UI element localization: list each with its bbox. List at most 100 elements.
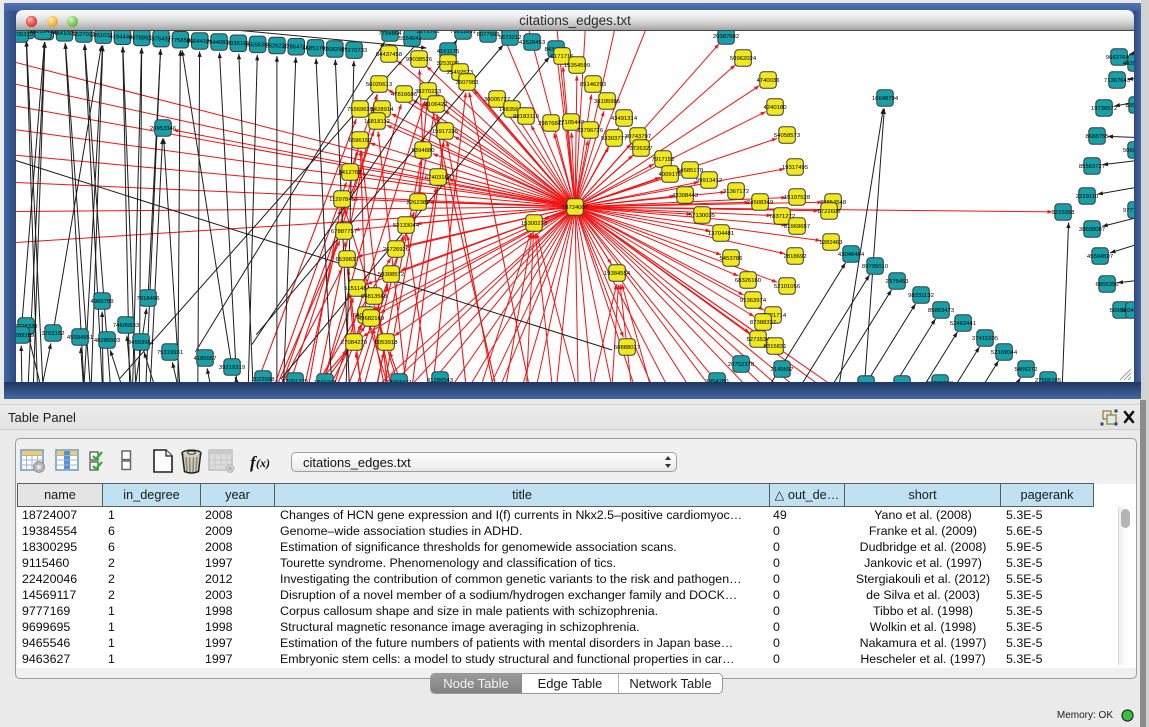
svg-text:38195995: 38195995	[594, 99, 621, 105]
svg-text:(x): (x)	[256, 456, 270, 470]
svg-text:30743797: 30743797	[625, 134, 651, 140]
svg-text:84593961: 84593961	[128, 340, 154, 346]
svg-text:4965789: 4965789	[91, 299, 114, 305]
svg-text:26726926: 26726926	[383, 247, 410, 253]
svg-text:5456272: 5456272	[1015, 367, 1038, 373]
svg-text:8106422: 8106422	[425, 102, 448, 108]
svg-text:99913412: 99913412	[696, 178, 722, 184]
svg-text:81286543: 81286543	[427, 378, 454, 382]
svg-text:27084279: 27084279	[341, 340, 367, 346]
svg-text:50603163: 50603163	[1123, 148, 1134, 154]
svg-text:93303777: 93303777	[601, 136, 627, 142]
svg-text:27566185: 27566185	[1035, 378, 1062, 382]
svg-text:5428914: 5428914	[371, 107, 395, 113]
svg-text:15354599: 15354599	[564, 63, 590, 69]
svg-text:3726327: 3726327	[630, 146, 653, 152]
svg-text:16648794: 16648794	[872, 96, 899, 102]
svg-text:47816686: 47816686	[391, 92, 418, 98]
svg-text:54058573: 54058573	[774, 133, 801, 139]
svg-text:50962024: 50962024	[730, 56, 757, 62]
svg-text:45594597: 45594597	[1087, 254, 1113, 260]
svg-text:8053918: 8053918	[375, 340, 399, 346]
svg-text:1841248: 1841248	[314, 380, 338, 382]
svg-text:48285503: 48285503	[94, 338, 121, 344]
svg-text:3215958: 3215958	[1052, 210, 1076, 216]
svg-text:97775215: 97775215	[1123, 208, 1134, 214]
svg-text:8722606: 8722606	[818, 209, 842, 215]
svg-text:4185957: 4185957	[194, 356, 217, 362]
svg-text:15197528: 15197528	[784, 195, 811, 201]
svg-text:17270733: 17270733	[341, 48, 368, 54]
svg-text:52101056: 52101056	[774, 284, 801, 290]
svg-text:52169044: 52169044	[991, 350, 1018, 356]
svg-text:6539837: 6539837	[336, 257, 359, 263]
svg-text:2262382: 2262382	[407, 200, 430, 206]
svg-text:38609087: 38609087	[1079, 227, 1105, 233]
svg-text:6855396: 6855396	[1096, 282, 1120, 288]
svg-text:13704481: 13704481	[708, 231, 734, 237]
svg-text:60888017: 60888017	[614, 345, 640, 351]
svg-text:85863473: 85863473	[928, 308, 955, 314]
svg-text:39219319: 39219319	[219, 365, 245, 371]
svg-text:7917152: 7917152	[652, 157, 675, 163]
svg-text:67403166: 67403166	[425, 175, 452, 181]
svg-text:20387682: 20387682	[713, 34, 739, 40]
svg-text:43046464: 43046464	[838, 252, 865, 258]
svg-text:43308443: 43308443	[672, 193, 699, 199]
svg-text:4191175: 4191175	[437, 49, 460, 55]
svg-text:8077999: 8077999	[477, 32, 500, 38]
svg-text:26090908: 26090908	[927, 381, 954, 382]
svg-text:50308572: 50308572	[378, 272, 404, 278]
svg-text:54585178: 54585178	[677, 168, 704, 174]
svg-text:84437458: 84437458	[376, 52, 403, 58]
svg-text:4740036: 4740036	[757, 78, 781, 84]
svg-text:67887757: 67887757	[331, 229, 357, 235]
svg-text:85563727: 85563727	[1079, 164, 1105, 170]
svg-text:45594951: 45594951	[67, 335, 93, 341]
svg-text:73993471: 73993471	[386, 380, 412, 382]
svg-text:71367643: 71367643	[1104, 78, 1131, 84]
svg-text:23209423: 23209423	[30, 31, 57, 35]
svg-text:52091325: 52091325	[282, 379, 309, 382]
svg-text:2375453: 2375453	[886, 279, 910, 285]
svg-text:91363974: 91363974	[740, 298, 767, 304]
svg-text:37415205: 37415205	[972, 336, 999, 342]
svg-text:20953346: 20953346	[150, 126, 177, 132]
svg-text:19384554: 19384554	[604, 271, 631, 277]
svg-text:52462441: 52462441	[950, 321, 976, 327]
svg-text:98231132: 98231132	[908, 293, 934, 299]
svg-text:10289289: 10289289	[16, 333, 34, 339]
svg-text:64813568: 64813568	[361, 294, 388, 300]
svg-text:18724007: 18724007	[562, 205, 588, 211]
svg-text:38270233: 38270233	[415, 89, 442, 95]
svg-text:15917225: 15917225	[432, 129, 459, 135]
svg-text:2818692: 2818692	[784, 254, 807, 260]
svg-text:6596150: 6596150	[349, 138, 373, 144]
svg-text:23796726: 23796726	[577, 128, 604, 134]
svg-text:68326160: 68326160	[735, 278, 762, 284]
svg-text:20752378: 20752378	[728, 362, 755, 368]
svg-text:19736572: 19736572	[1091, 106, 1117, 112]
svg-text:2229110: 2229110	[1076, 194, 1099, 200]
svg-text:81969657: 81969657	[784, 224, 810, 230]
svg-text:75319931: 75319931	[157, 350, 183, 356]
svg-text:1954280: 1954280	[706, 379, 730, 382]
svg-text:2149597: 2149597	[771, 367, 794, 373]
svg-text:74606833: 74606833	[113, 323, 140, 329]
svg-text:5453786: 5453786	[720, 256, 744, 262]
svg-text:15300273: 15300273	[521, 221, 548, 227]
svg-text:16818112: 16818112	[364, 119, 390, 125]
svg-text:4240180: 4240180	[764, 105, 788, 111]
svg-text:56020613: 56020613	[366, 82, 393, 88]
svg-text:43491314: 43491314	[611, 116, 638, 122]
svg-text:99038526: 99038526	[406, 57, 433, 63]
svg-text:27105448: 27105448	[558, 120, 585, 126]
svg-text:49682169: 49682169	[358, 316, 384, 322]
svg-text:87388337: 87388337	[750, 320, 776, 326]
svg-text:8688755: 8688755	[1086, 134, 1110, 140]
svg-text:7818496: 7818496	[137, 296, 161, 302]
svg-text:11049999: 11049999	[1121, 308, 1134, 314]
svg-text:57130035: 57130035	[689, 213, 716, 219]
svg-text:75569635: 75569635	[347, 107, 374, 113]
svg-text:88183110: 88183110	[513, 114, 539, 120]
